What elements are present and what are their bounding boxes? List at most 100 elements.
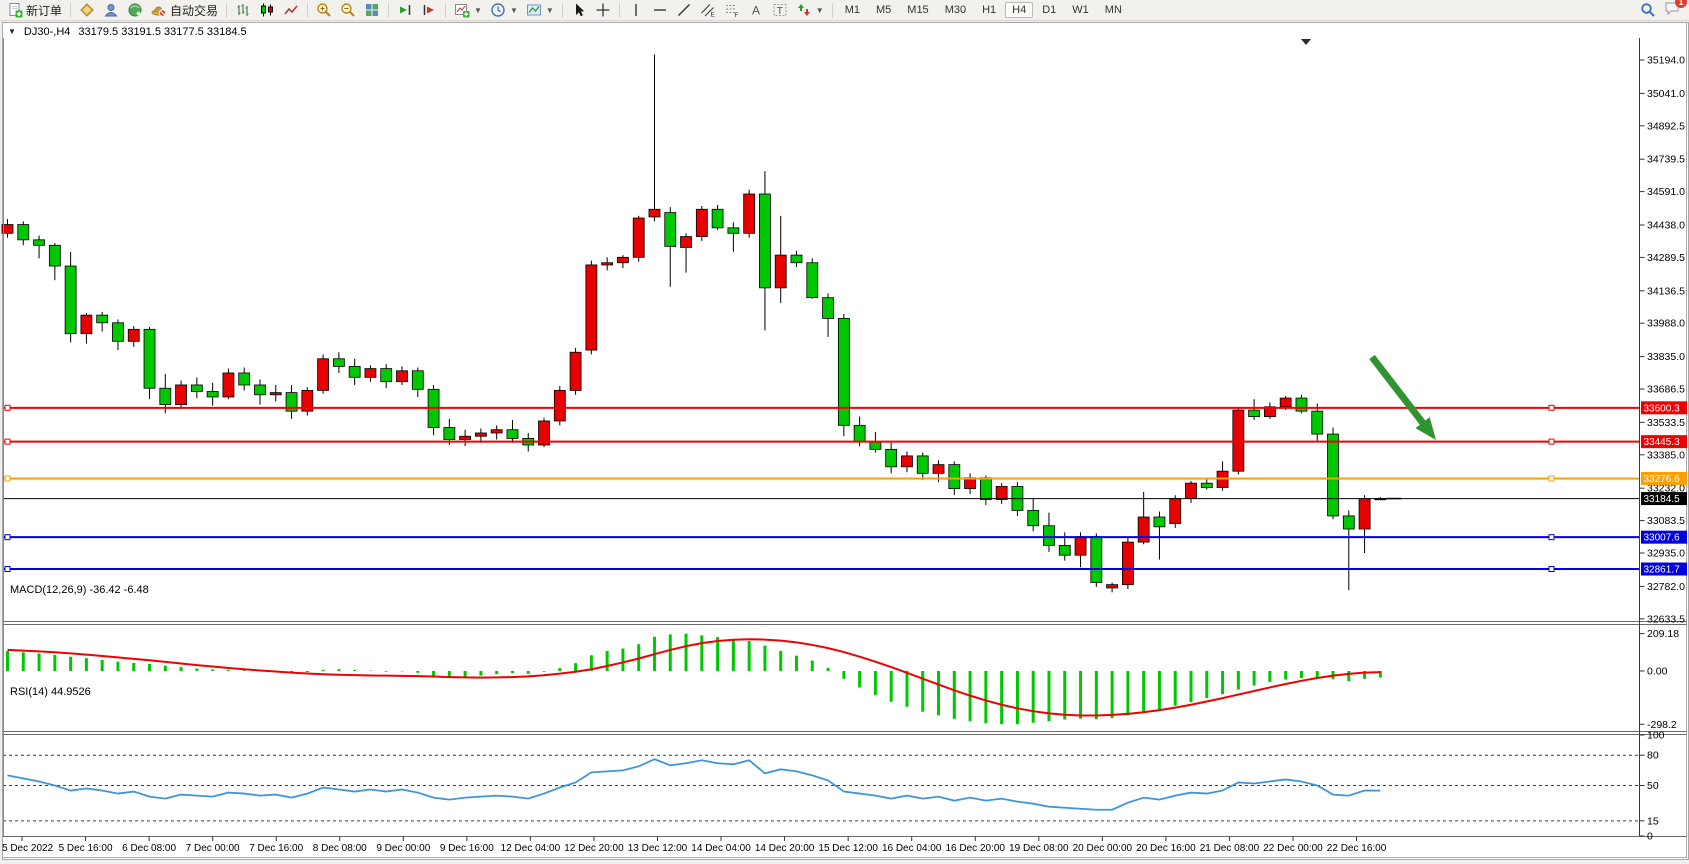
- bar-chart-button[interactable]: [231, 0, 255, 20]
- zoom-in-button[interactable]: [312, 0, 336, 20]
- timeframe-button-h4[interactable]: H4: [1005, 2, 1033, 18]
- svg-text:16 Dec 20:00: 16 Dec 20:00: [946, 843, 1006, 854]
- indicators-button[interactable]: ▼: [450, 0, 486, 20]
- notifications-button[interactable]: 1: [1664, 0, 1680, 21]
- autotrading-icon: [151, 2, 167, 18]
- toolbar-separator: [388, 3, 389, 18]
- svg-text:21 Dec 08:00: 21 Dec 08:00: [1200, 843, 1260, 854]
- timeframe-button-m15[interactable]: M15: [900, 2, 935, 18]
- svg-text:33533.5: 33533.5: [1647, 417, 1685, 429]
- autotrading-button[interactable]: 自动交易: [147, 0, 222, 20]
- timeframe-button-m30[interactable]: M30: [938, 2, 973, 18]
- data-window-icon: [103, 2, 119, 18]
- svg-text:20 Dec 16:00: 20 Dec 16:00: [1136, 843, 1196, 854]
- svg-text:5 Dec 16:00: 5 Dec 16:00: [59, 843, 113, 854]
- tile-windows-icon: [364, 2, 380, 18]
- market-watch-icon: [79, 2, 95, 18]
- toolbar-separator: [307, 3, 308, 18]
- chart-symbol-period: DJ30-,H4: [24, 26, 70, 38]
- data-window-button[interactable]: [99, 0, 123, 20]
- svg-text:22 Dec 00:00: 22 Dec 00:00: [1263, 843, 1323, 854]
- chart-canvas[interactable]: 35194.035041.034892.534739.534591.034438…: [0, 0, 1689, 859]
- chevron-down-icon: ▼: [546, 6, 554, 15]
- arrows-icon: [796, 2, 812, 18]
- svg-text:33988.0: 33988.0: [1647, 318, 1685, 330]
- svg-text:32782.0: 32782.0: [1647, 581, 1685, 593]
- auto-scroll-icon: [397, 2, 413, 18]
- timeframe-button-d1[interactable]: D1: [1035, 2, 1063, 18]
- toolbar-separator: [619, 3, 620, 18]
- label-button[interactable]: T: [768, 0, 792, 20]
- timeframe-button-m5[interactable]: M5: [869, 2, 898, 18]
- zoom-out-button[interactable]: [336, 0, 360, 20]
- channel-button[interactable]: E: [696, 0, 720, 20]
- svg-text:A: A: [752, 4, 760, 18]
- auto-scroll-button[interactable]: [393, 0, 417, 20]
- svg-text:34438.0: 34438.0: [1647, 219, 1685, 231]
- svg-text:33184.5: 33184.5: [1644, 494, 1681, 505]
- svg-text:16 Dec 04:00: 16 Dec 04:00: [882, 843, 942, 854]
- chart-shift-icon: [421, 2, 437, 18]
- new-order-button[interactable]: 新订单: [3, 0, 66, 20]
- text-button[interactable]: A: [744, 0, 768, 20]
- svg-text:19 Dec 08:00: 19 Dec 08:00: [1009, 843, 1069, 854]
- vertical-line-button[interactable]: [624, 0, 648, 20]
- search-icon[interactable]: [1640, 2, 1656, 18]
- toolbar-separator: [226, 3, 227, 18]
- indicators-icon: [454, 2, 470, 18]
- periods-icon: [490, 2, 506, 18]
- chart-dropdown-icon[interactable]: ▼: [8, 27, 16, 36]
- svg-text:7 Dec 00:00: 7 Dec 00:00: [186, 843, 240, 854]
- timeframe-button-w1[interactable]: W1: [1065, 2, 1096, 18]
- navigator-icon: [127, 2, 143, 18]
- line-chart-button[interactable]: [279, 0, 303, 20]
- cursor-button[interactable]: [567, 0, 591, 20]
- cursor-icon: [571, 2, 587, 18]
- candlestick-chart-button[interactable]: [255, 0, 279, 20]
- svg-text:33686.5: 33686.5: [1647, 384, 1685, 396]
- chart-titlebar: ▼ DJ30-,H4 33179.5 33191.5 33177.5 33184…: [8, 25, 247, 38]
- periods-button[interactable]: ▼: [486, 0, 522, 20]
- label-icon: T: [772, 2, 788, 18]
- svg-text:0: 0: [1647, 831, 1653, 843]
- trendline-button[interactable]: [672, 0, 696, 20]
- chart-ohlc-values: 33179.5 33191.5 33177.5 33184.5: [78, 26, 246, 38]
- svg-text:34739.5: 34739.5: [1647, 154, 1685, 166]
- toolbar-separator: [70, 3, 71, 18]
- crosshair-button[interactable]: [591, 0, 615, 20]
- templates-icon: [526, 2, 542, 18]
- horizontal-line-icon: [652, 2, 668, 18]
- arrows-button[interactable]: ▼: [792, 0, 828, 20]
- svg-text:5 Dec 2022: 5 Dec 2022: [2, 843, 54, 854]
- svg-text:22 Dec 16:00: 22 Dec 16:00: [1327, 843, 1387, 854]
- svg-text:20 Dec 00:00: 20 Dec 00:00: [1073, 843, 1133, 854]
- navigator-button[interactable]: [123, 0, 147, 20]
- svg-text:33385.0: 33385.0: [1647, 449, 1685, 461]
- market-watch-button[interactable]: [75, 0, 99, 20]
- svg-text:9 Dec 16:00: 9 Dec 16:00: [440, 843, 494, 854]
- timeframe-button-m1[interactable]: M1: [838, 2, 867, 18]
- timeframe-button-h1[interactable]: H1: [975, 2, 1003, 18]
- svg-text:34591.0: 34591.0: [1647, 186, 1685, 198]
- svg-text:33600.3: 33600.3: [1644, 403, 1681, 414]
- price-chart-svg[interactable]: 35194.035041.034892.534739.534591.034438…: [0, 0, 1689, 859]
- timeframe-button-mn[interactable]: MN: [1098, 2, 1129, 18]
- new-order-label: 新订单: [26, 2, 62, 19]
- svg-text:14 Dec 20:00: 14 Dec 20:00: [755, 843, 815, 854]
- toolbar-separator: [445, 3, 446, 18]
- svg-text:32633.5: 32633.5: [1647, 613, 1685, 625]
- trendline-icon: [676, 2, 692, 18]
- line-chart-icon: [283, 2, 299, 18]
- tile-windows-button[interactable]: [360, 0, 384, 20]
- horizontal-line-button[interactable]: [648, 0, 672, 20]
- svg-text:E: E: [710, 12, 715, 19]
- templates-button[interactable]: ▼: [522, 0, 558, 20]
- channel-icon: E: [700, 2, 716, 18]
- svg-text:F: F: [734, 12, 738, 18]
- chart-shift-button[interactable]: [417, 0, 441, 20]
- chevron-down-icon: ▼: [816, 6, 824, 15]
- svg-text:13 Dec 12:00: 13 Dec 12:00: [628, 843, 688, 854]
- svg-text:34136.5: 34136.5: [1647, 285, 1685, 297]
- crosshair-icon: [595, 2, 611, 18]
- fibonacci-button[interactable]: F: [720, 0, 744, 20]
